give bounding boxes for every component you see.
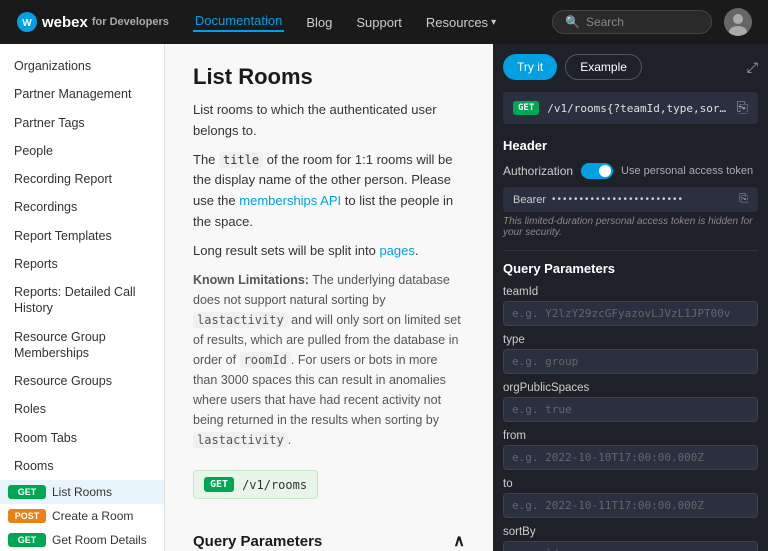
sidebar-item-rooms[interactable]: Rooms — [0, 452, 164, 480]
bearer-prefix: Bearer — [513, 194, 546, 206]
method-post-badge: POST — [8, 509, 46, 523]
param-teamid-label: teamId — [503, 286, 758, 298]
logo: W webex for Developers — [16, 11, 169, 33]
bearer-box: Bearer •••••••••••••••••••••••• ⎘ — [503, 187, 758, 212]
sidebar-api-get-room-details-label: Get Room Details — [52, 533, 147, 547]
copy-icon[interactable]: ⎘ — [737, 100, 748, 116]
chevron-down-icon: ▾ — [491, 17, 496, 28]
method-get-badge: GET — [8, 485, 46, 499]
param-from-input[interactable] — [503, 445, 758, 470]
param-input-from: from — [503, 430, 758, 470]
auth-label: Authorization — [503, 164, 573, 178]
example-button[interactable]: Example — [565, 54, 642, 80]
sidebar-item-reports-detail[interactable]: Reports: Detailed Call History — [0, 278, 164, 323]
top-nav: W webex for Developers Documentation Blo… — [0, 0, 768, 44]
sidebar-item-report-templates[interactable]: Report Templates — [0, 222, 164, 250]
param-from-label: from — [503, 430, 758, 442]
param-sortby-input[interactable] — [503, 541, 758, 551]
sidebar-item-partner-tags[interactable]: Partner Tags — [0, 109, 164, 137]
sidebar-api-create-room[interactable]: POST Create a Room — [0, 504, 164, 528]
param-input-orgpublicspaces: orgPublicSpaces — [503, 382, 758, 422]
content-area: List Rooms List rooms to which the authe… — [165, 44, 493, 551]
param-input-sortby: sortBy — [503, 526, 758, 551]
sidebar-item-partner-management[interactable]: Partner Management — [0, 80, 164, 108]
param-input-to: to — [503, 478, 758, 518]
nav-blog[interactable]: Blog — [304, 13, 334, 32]
param-input-type: type — [503, 334, 758, 374]
sidebar-api-list-rooms-label: List Rooms — [52, 485, 112, 499]
sidebar-api-get-room-details[interactable]: GET Get Room Details — [0, 528, 164, 551]
sidebar-item-room-tabs[interactable]: Room Tabs — [0, 424, 164, 452]
nav-documentation[interactable]: Documentation — [193, 13, 284, 32]
param-to-input[interactable] — [503, 493, 758, 518]
api-url-box: GET /v1/rooms{?teamId,type,sortBy,max} ⎘ — [503, 92, 758, 124]
api-url-text: /v1/rooms{?teamId,type,sortBy,max} — [547, 102, 729, 115]
doc-desc-1: List rooms to which the authenticated us… — [193, 100, 465, 142]
auth-row: Authorization Use personal access token — [503, 163, 758, 179]
sidebar-item-resource-group-memberships[interactable]: Resource Group Memberships — [0, 323, 164, 368]
sidebar: Organizations Partner Management Partner… — [0, 44, 165, 551]
search-icon: 🔍 — [565, 15, 580, 29]
memberships-link[interactable]: memberships API — [239, 193, 341, 208]
nav-support[interactable]: Support — [354, 13, 404, 32]
doc-content: List Rooms List rooms to which the authe… — [165, 44, 493, 551]
avatar-icon — [724, 8, 752, 36]
header-section-title: Header — [503, 138, 758, 153]
logo-webex-text: webex — [42, 14, 88, 31]
sidebar-item-organizations[interactable]: Organizations — [0, 52, 164, 80]
param-teamid-input[interactable] — [503, 301, 758, 326]
nav-links: Documentation Blog Support Resources ▾ — [193, 13, 552, 32]
doc-warning: Known Limitations: The underlying databa… — [193, 270, 465, 451]
logo-for-text: for Developers — [92, 16, 169, 28]
expand-icon[interactable]: ⤢ — [747, 59, 758, 76]
method-get-badge-2: GET — [8, 533, 46, 547]
sidebar-item-recording-report[interactable]: Recording Report — [0, 165, 164, 193]
search-box[interactable]: 🔍 Search — [552, 10, 712, 34]
endpoint-method-badge: GET — [204, 477, 234, 492]
right-panel: Try it Example ⤢ GET /v1/rooms{?teamId,t… — [493, 44, 768, 551]
sidebar-item-roles[interactable]: Roles — [0, 395, 164, 423]
auth-toggle[interactable] — [581, 163, 613, 179]
nav-resources[interactable]: Resources ▾ — [424, 13, 498, 32]
try-example-row: Try it Example ⤢ — [503, 54, 758, 80]
param-sortby-label: sortBy — [503, 526, 758, 538]
endpoint-display: GET /v1/rooms — [193, 470, 318, 499]
main-wrapper: Organizations Partner Management Partner… — [0, 44, 768, 551]
param-type-label: type — [503, 334, 758, 346]
endpoint-url: /v1/rooms — [242, 478, 307, 492]
bearer-token-dots: •••••••••••••••••••••••• — [552, 194, 733, 205]
page-title: List Rooms — [193, 64, 465, 90]
search-placeholder: Search — [586, 15, 624, 29]
param-type-input[interactable] — [503, 349, 758, 374]
collapse-icon[interactable]: ∧ — [453, 531, 465, 551]
sidebar-item-people[interactable]: People — [0, 137, 164, 165]
svg-text:W: W — [22, 18, 32, 29]
sidebar-item-recordings[interactable]: Recordings — [0, 193, 164, 221]
query-params-section-title: Query Parameters ∧ — [193, 531, 465, 551]
doc-desc-2: The title of the room for 1:1 rooms will… — [193, 150, 465, 233]
sidebar-item-resource-groups[interactable]: Resource Groups — [0, 367, 164, 395]
api-method-badge: GET — [513, 101, 539, 115]
pages-link[interactable]: pages — [379, 243, 414, 258]
doc-desc-3: Long result sets will be split into page… — [193, 241, 465, 262]
webex-logo-icon: W — [16, 11, 38, 33]
hidden-note: This limited-duration personal access to… — [503, 216, 758, 238]
auth-note: Use personal access token — [621, 165, 753, 177]
divider — [503, 250, 758, 251]
copy-token-icon[interactable]: ⎘ — [739, 193, 748, 206]
sidebar-api-list-rooms[interactable]: GET List Rooms — [0, 480, 164, 504]
sidebar-item-reports[interactable]: Reports — [0, 250, 164, 278]
param-to-label: to — [503, 478, 758, 490]
param-input-teamid: teamId — [503, 286, 758, 326]
param-orgpublicspaces-input[interactable] — [503, 397, 758, 422]
try-it-button[interactable]: Try it — [503, 54, 557, 80]
avatar[interactable] — [724, 8, 752, 36]
param-orgpublicspaces-label: orgPublicSpaces — [503, 382, 758, 394]
nav-right: 🔍 Search — [552, 8, 752, 36]
sidebar-api-create-room-label: Create a Room — [52, 509, 133, 523]
query-params-panel-title: Query Parameters — [503, 261, 758, 276]
